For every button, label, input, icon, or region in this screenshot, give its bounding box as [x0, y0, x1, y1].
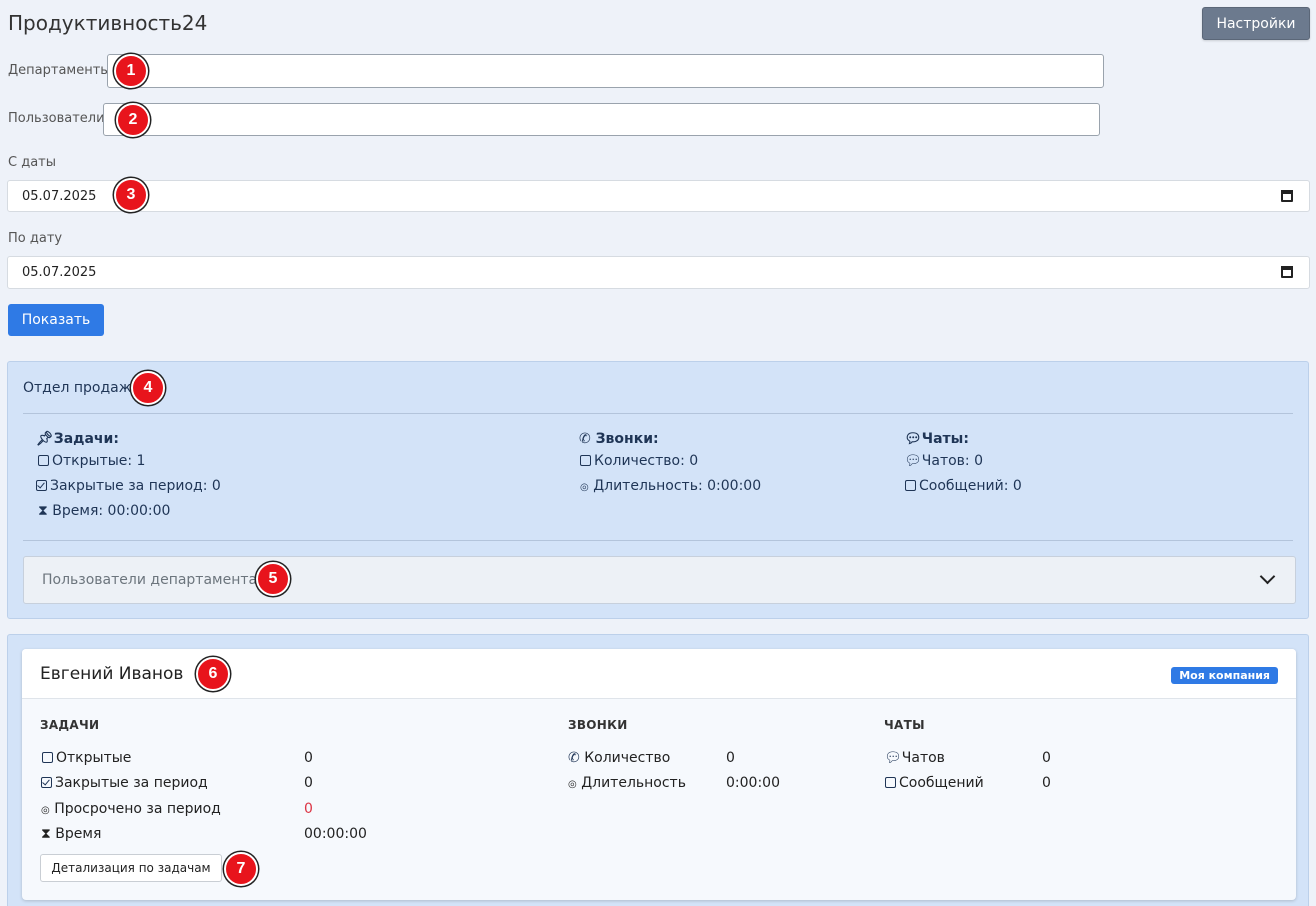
- department-name: Отдел продаж: [23, 380, 132, 396]
- square-icon: [42, 752, 53, 763]
- settings-button[interactable]: Настройки: [1202, 7, 1310, 40]
- dept-calls-count: Количество: 0: [580, 453, 698, 469]
- square-icon: [580, 455, 591, 466]
- date-from-input[interactable]: 05.07.2025: [7, 180, 1310, 212]
- departments-input[interactable]: [107, 54, 1104, 88]
- chat-icon: 💬︎: [904, 431, 922, 447]
- user-tasks-closed-value: 0: [304, 775, 313, 791]
- user-chats-title: ЧАТЫ: [884, 718, 925, 732]
- marker-4: 4: [131, 371, 165, 405]
- user-tasks-open-value: 0: [304, 750, 313, 766]
- hourglass-icon: ⧗: [38, 503, 48, 519]
- square-icon: [38, 455, 49, 466]
- accordion-label: Пользователи департамента: [42, 572, 258, 588]
- calendar-icon[interactable]: [1281, 190, 1293, 202]
- user-calls-count: ✆ Количество: [568, 750, 671, 766]
- divider: [23, 540, 1293, 541]
- user-calls-count-value: 0: [726, 750, 735, 766]
- dept-tasks-open: Открытые: 1: [38, 453, 145, 469]
- user-calls-duration: ◎ Длительность: [568, 775, 686, 791]
- square-icon: [905, 480, 916, 491]
- dept-calls-title: ✆ Звонки:: [579, 431, 659, 447]
- user-chats-count: 💬︎Чатов: [884, 750, 945, 766]
- date-to-value: 05.07.2025: [22, 265, 97, 280]
- dept-tasks-title: 📌︎Задачи:: [36, 431, 119, 447]
- marker-2: 2: [116, 103, 150, 137]
- user-tasks-open: Открытые: [42, 750, 131, 766]
- chevron-down-icon[interactable]: [1259, 568, 1276, 585]
- show-button[interactable]: Показать: [8, 304, 104, 336]
- date-from-value: 05.07.2025: [22, 188, 97, 204]
- chat-icon: 💬︎: [904, 453, 922, 469]
- hourglass-icon: ⧗: [41, 826, 51, 842]
- user-tasks-closed: Закрытые за период: [41, 775, 208, 791]
- user-tasks-overdue-value: 0: [304, 801, 313, 817]
- users-label: Пользователи: [8, 111, 105, 126]
- marker-6: 6: [196, 657, 230, 691]
- user-name: Евгений Иванов: [40, 664, 184, 684]
- departments-label: Департаменты: [8, 63, 111, 78]
- dept-tasks-closed: Закрытые за период: 0: [36, 478, 221, 494]
- user-tasks-time: ⧗ Время: [41, 826, 102, 842]
- app-title: Продуктивность24: [8, 11, 208, 35]
- dept-calls-duration: ◎ Длительность: 0:00:00: [580, 478, 762, 494]
- check-square-icon: [36, 480, 47, 491]
- marker-3: 3: [114, 178, 148, 212]
- phone-icon: ✆: [579, 431, 591, 447]
- task-details-button[interactable]: Детализация по задачам: [40, 854, 222, 882]
- clock-icon: ◎: [580, 482, 589, 493]
- clock-icon: ◎: [568, 779, 577, 790]
- marker-5: 5: [256, 562, 290, 596]
- user-chats-messages-value: 0: [1042, 775, 1051, 791]
- phone-icon: ✆: [568, 750, 580, 766]
- marker-7: 7: [224, 852, 258, 886]
- user-tasks-overdue: ◎ Просрочено за период: [41, 801, 221, 817]
- date-from-label: С даты: [8, 155, 57, 170]
- pin-icon: 📌︎: [36, 431, 54, 447]
- dept-chats-count: 💬︎Чатов: 0: [904, 453, 984, 469]
- user-calls-duration-value: 0:00:00: [726, 775, 780, 791]
- dept-chats-messages: Сообщений: 0: [905, 478, 1022, 494]
- marker-1: 1: [114, 54, 148, 88]
- divider: [23, 413, 1293, 414]
- dept-tasks-time: ⧗ Время: 00:00:00: [38, 503, 171, 519]
- date-to-label: По дату: [8, 231, 63, 246]
- chat-icon: 💬︎: [884, 750, 902, 766]
- calendar-icon[interactable]: [1281, 266, 1293, 278]
- department-panel: Отдел продаж 📌︎Задачи: Открытые: 1 Закры…: [7, 361, 1309, 619]
- user-tasks-title: ЗАДАЧИ: [40, 718, 100, 732]
- user-chats-messages: Сообщений: [885, 775, 984, 791]
- company-badge: Моя компания: [1171, 667, 1278, 684]
- dept-chats-title: 💬︎Чаты:: [904, 431, 969, 447]
- date-to-input[interactable]: 05.07.2025: [7, 256, 1310, 289]
- user-chats-count-value: 0: [1042, 750, 1051, 766]
- clock-icon: ◎: [41, 805, 50, 816]
- check-square-icon: [41, 777, 52, 788]
- department-users-accordion[interactable]: Пользователи департамента: [23, 556, 1296, 604]
- users-input[interactable]: [103, 103, 1100, 136]
- user-tasks-time-value: 00:00:00: [304, 826, 367, 842]
- user-calls-title: ЗВОНКИ: [568, 718, 628, 732]
- square-icon: [885, 777, 896, 788]
